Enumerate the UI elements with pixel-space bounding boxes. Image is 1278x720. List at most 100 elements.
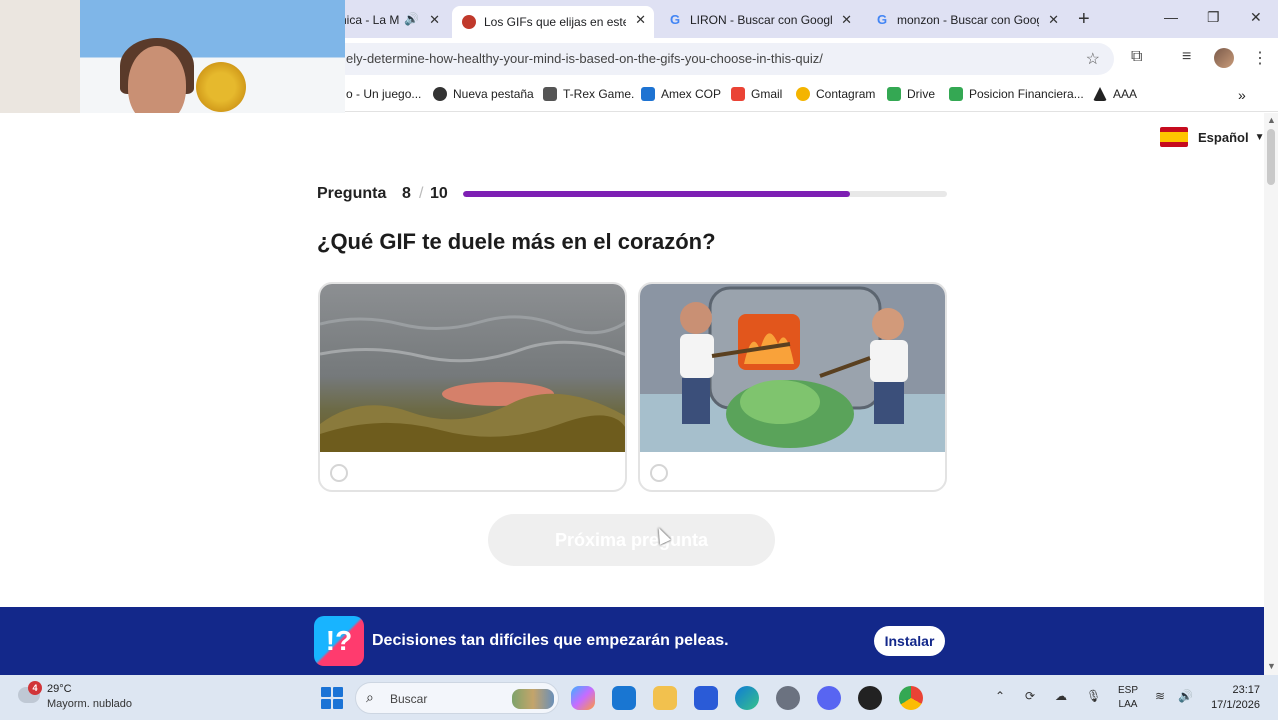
screen: nica - La M 🔊 ✕ Los GIFs que elijas en e… <box>0 0 1278 720</box>
clock-date: 17/1/2026 <box>1211 699 1260 711</box>
install-button[interactable]: Instalar <box>874 626 945 656</box>
bookmark-item[interactable]: Amex COP <box>641 87 721 101</box>
discord-icon[interactable] <box>817 686 841 710</box>
bookmark-item[interactable]: Posicion Financiera... <box>949 87 1084 101</box>
globe-icon <box>433 87 447 101</box>
scroll-thumb[interactable] <box>1267 129 1275 185</box>
ad-banner[interactable]: !? Decisiones tan difíciles que empezará… <box>0 607 1264 675</box>
answer-option-2[interactable] <box>638 282 947 492</box>
temperature[interactable]: 29°C <box>47 683 72 695</box>
question-current: 8 <box>402 185 411 202</box>
windows-taskbar: 4 29°C Mayorm. nublado ⌕ Buscar ⌃ ⟳ ☁ 🎙 … <box>0 675 1278 720</box>
google-icon: G <box>669 12 681 27</box>
start-button-windows-icon[interactable] <box>321 687 343 709</box>
extensions-icon[interactable]: ⧉ <box>1131 48 1142 66</box>
address-bar[interactable]: ely-determine-how-healthy-your-mind-is-b… <box>330 43 1114 75</box>
tab-label: nica - La M <box>340 13 400 27</box>
google-icon: G <box>876 12 888 27</box>
dino-icon <box>543 87 557 101</box>
restore-icon[interactable]: ❐ <box>1207 9 1220 26</box>
gif-cartoon-burning-money-image <box>640 284 945 452</box>
tab-3[interactable]: G LIRON - Buscar con Google ✕ <box>658 6 860 34</box>
profile-avatar[interactable] <box>1214 48 1234 68</box>
window-close-icon[interactable]: ✕ <box>1250 9 1262 26</box>
tab-1[interactable]: nica - La M 🔊 ✕ <box>330 6 448 34</box>
bookmark-item[interactable]: Gmail <box>731 87 782 101</box>
ad-text: Decisiones tan difíciles que empezarán p… <box>372 632 729 649</box>
question-separator: / <box>419 185 424 202</box>
url-text[interactable]: ely-determine-how-healthy-your-mind-is-b… <box>346 51 823 66</box>
store-icon[interactable] <box>694 686 718 710</box>
close-icon[interactable]: ✕ <box>1048 12 1059 28</box>
tray-chevron-icon[interactable]: ⌃ <box>995 689 1005 703</box>
clock-time: 23:17 <box>1232 684 1260 696</box>
search-highlight-image <box>512 689 554 709</box>
minimize-icon[interactable]: — <box>1164 9 1178 25</box>
system-clock[interactable]: 23:17 17/1/2026 <box>1204 683 1260 713</box>
app-icon[interactable] <box>858 686 882 710</box>
tab-4[interactable]: G monzon - Buscar con Googl ✕ <box>865 6 1067 34</box>
progress-fill <box>463 191 851 197</box>
tab-2-active[interactable]: Los GIFs que elijas en este te ✕ <box>452 6 654 38</box>
next-question-button[interactable]: Próxima pregunta <box>488 514 775 566</box>
question-total: 10 <box>430 185 448 202</box>
menu-kebab-icon[interactable]: ⋮ <box>1252 48 1268 68</box>
search-placeholder: Buscar <box>390 692 428 706</box>
scroll-up-icon[interactable]: ▲ <box>1267 115 1276 125</box>
taskbar-search[interactable]: ⌕ Buscar <box>355 682 559 714</box>
bookmark-item[interactable]: AAA <box>1093 87 1137 101</box>
app-logo: !? <box>314 616 364 666</box>
edge-icon[interactable] <box>735 686 759 710</box>
settings-gear-icon[interactable] <box>776 686 800 710</box>
sync-icon[interactable]: ⟳ <box>1025 689 1035 703</box>
gif-water-wave-image <box>320 284 625 452</box>
cloud-icon[interactable]: ☁ <box>1055 689 1067 703</box>
close-icon[interactable]: ✕ <box>841 12 852 28</box>
amex-icon <box>641 87 655 101</box>
tab-label: LIRON - Buscar con Google <box>690 13 832 27</box>
file-explorer-icon[interactable] <box>653 686 677 710</box>
aaa-icon <box>1093 87 1107 101</box>
copilot-icon[interactable] <box>571 686 595 710</box>
contagram-icon <box>796 87 810 101</box>
microphone-icon[interactable]: 🎙 <box>1086 689 1101 703</box>
question-text: ¿Qué GIF te duele más en el corazón? <box>317 229 716 254</box>
weather-badge: 4 <box>28 681 42 695</box>
drive-icon <box>949 87 963 101</box>
quiz-favicon-icon <box>462 15 476 29</box>
quiz-progress-bar <box>463 191 947 197</box>
more-bookmarks-icon[interactable]: » <box>1238 87 1246 103</box>
question-counter-label: Pregunta <box>317 185 387 202</box>
spain-flag-icon <box>1160 127 1188 147</box>
scroll-down-icon[interactable]: ▼ <box>1267 661 1276 671</box>
radio-button[interactable] <box>330 464 348 482</box>
search-icon: ⌕ <box>366 689 374 705</box>
new-tab-button[interactable]: + <box>1078 8 1090 31</box>
bookmark-item[interactable]: Nueva pestaña <box>433 87 534 101</box>
bookmark-item[interactable]: Drive <box>887 87 935 101</box>
close-icon[interactable]: ✕ <box>635 12 646 28</box>
volume-icon[interactable]: 🔊 <box>1178 689 1193 703</box>
input-language[interactable]: ESP LAA <box>1118 684 1138 712</box>
weather-description[interactable]: Mayorm. nublado <box>47 698 132 710</box>
wifi-icon[interactable]: ≋ <box>1155 689 1165 703</box>
caret-down-icon: ▼ <box>1254 131 1264 143</box>
speaker-icon[interactable]: 🔊 <box>404 12 419 26</box>
chrome-icon[interactable] <box>899 686 923 710</box>
page-content: Español ▼ Pregunta 8 / 10 ¿Qué GIF te du… <box>0 113 1264 675</box>
language-selector[interactable]: Español ▼ <box>1160 127 1264 147</box>
radio-button[interactable] <box>650 464 668 482</box>
tab-label: monzon - Buscar con Googl <box>897 13 1039 27</box>
gmail-icon <box>731 87 745 101</box>
bookmark-item[interactable]: Contagram <box>796 87 875 101</box>
bookmark-item[interactable]: o - Un juego... <box>346 87 421 101</box>
drive-icon <box>887 87 901 101</box>
tab-label: Los GIFs que elijas en este te <box>484 15 626 29</box>
answer-option-1[interactable] <box>318 282 627 492</box>
page-scrollbar[interactable]: ▲ ▼ <box>1264 113 1278 675</box>
bookmark-star-icon[interactable]: ☆ <box>1086 49 1100 69</box>
close-icon[interactable]: ✕ <box>429 12 440 28</box>
outlook-icon[interactable] <box>612 686 636 710</box>
bookmark-item[interactable]: T-Rex Game. <box>543 87 634 101</box>
media-control-icon[interactable]: ≡ <box>1182 48 1191 66</box>
